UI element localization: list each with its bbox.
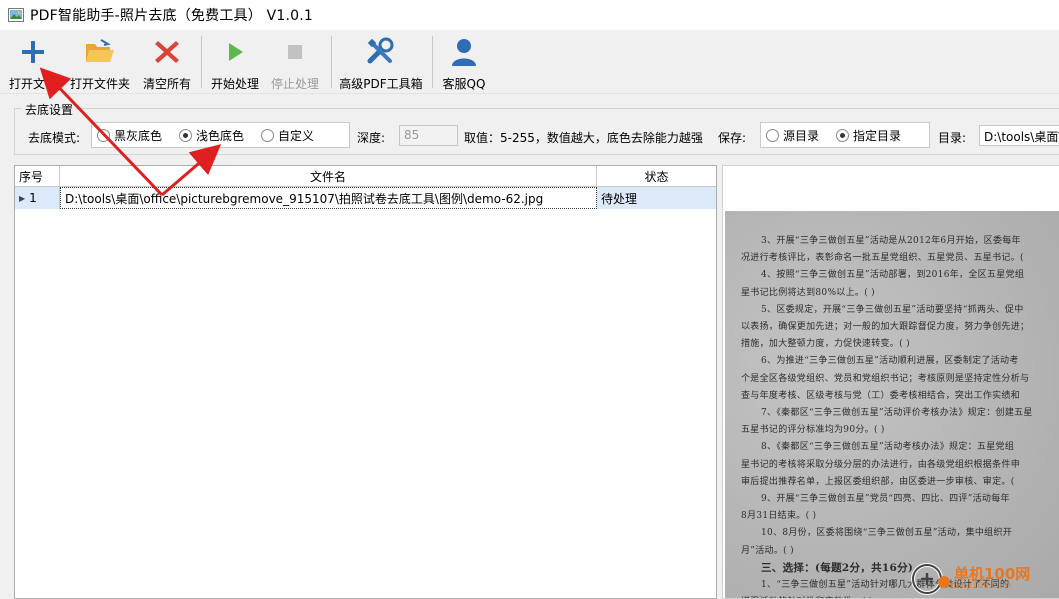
save-option-label: 指定目录 [853,128,902,143]
row-pointer-icon: ▶ [19,193,26,203]
preview-text-line: 况进行考核评比，表彰命名一批五星党组织、五星党员、五星书记。( [741,253,1024,264]
mode-label: 去底模式: [28,131,81,145]
mode-radio-light[interactable]: 浅色底色 [179,127,244,144]
row-filename-cell[interactable]: D:\tools\桌面\office\picturebgremove_91510… [60,187,597,209]
row-index-cell: ▶ 1 [15,187,60,209]
watermark-url: danji100.com [950,581,1012,591]
depth-input[interactable]: 85 [399,125,458,146]
mode-option-label: 浅色底色 [196,128,245,143]
settings-legend: 去底设置 [22,101,77,118]
column-header-filename[interactable]: 文件名 [60,166,597,186]
depth-label: 深度: [357,131,386,145]
save-option-label: 源目录 [783,128,820,143]
dir-label: 目录: [938,131,967,145]
preview-text-line: 3、开展“三争三做创五星”活动是从2012年6月开始，区委每年 [761,236,1021,246]
preview-text-line: 查与年度考核、区级考核与党（工）委考核相结合，突出工作实绩和 [741,390,1021,401]
clear-all-label: 清空所有 [142,77,191,91]
mode-radio-group: 黑灰底色 浅色底色 自定义 [91,122,350,148]
radio-circle-icon [766,128,779,142]
open-file-button[interactable]: 打开文件 [6,34,60,92]
open-folder-label: 打开文件夹 [69,77,130,91]
row-status-cell: 待处理 [601,191,638,206]
watermark-brand: 单机100网 [954,565,1031,583]
radio-circle-icon [97,128,110,142]
preview-text-line: 月”活动。( ) [741,545,794,556]
preview-text-line: 9、开展“三争三做创五星”党员“四亮、四比、四评”活动每年 [761,494,1010,504]
mode-option-label: 黑灰底色 [114,128,163,143]
preview-text-line: 10、8月份，区委将围绕“三争三做创五星”活动，集中组织开 [761,528,1013,539]
preview-text-line: 五星书记的评分标准均为90分。( ) [741,425,885,436]
save-radio-source[interactable]: 源目录 [766,127,819,144]
preview-text-line: 审后提出推荐名单，上报区委组织部，由区委进一步审核、审定。( [741,476,1015,487]
tools-icon [365,36,397,67]
preview-text-line: 三、选择：(每题2分，共16分) [761,561,914,574]
save-radio-specified[interactable]: 指定目录 [836,127,901,144]
threshold-hint: 取值：5-255，数值越大，底色去除能力越强 [464,131,703,145]
title-bar: PDF智能助手-照片去底（免费工具） V1.0.1 [0,0,1059,30]
support-qq-label: 客服QQ [442,77,486,91]
grid-header: 序号 文件名 状态 [15,166,716,187]
app-icon [8,8,24,22]
table-row[interactable]: ▶ 1 D:\tools\桌面\office\picturebgremove_9… [15,187,716,209]
preview-text-line: 4、按照“三争三做创五星”活动部署，到2016年，全区五星党组 [761,270,1025,281]
dir-input[interactable]: D:\tools\桌面\ [979,125,1059,146]
row-index: 1 [29,191,37,205]
pdf-tools-label: 高级PDF工具箱 [339,77,423,91]
watermark: 单机100网 danji100.com [910,562,1030,596]
pdf-tools-button[interactable]: 高级PDF工具箱 [338,34,424,92]
preview-text-line: 星书记比例将达到80%以上。( ) [741,287,875,298]
toolbar-separator [432,36,433,88]
start-button[interactable]: 开始处理 [208,34,262,92]
save-label: 保存: [718,131,747,145]
radio-selected-icon [179,128,193,142]
support-qq-button[interactable]: 客服QQ [438,34,490,92]
play-icon [219,36,251,67]
radio-circle-icon [261,128,275,142]
preview-text-line: 以表扬，确保更加先进；对一般的加大跟踪督促力度，努力争创先进； [741,322,1030,332]
column-header-index[interactable]: 序号 [15,166,60,186]
preview-text-line: 8月31日结束。( ) [741,511,817,522]
preview-text-line: 8、《秦都区“三争三做创五星”活动考核办法》规定：五星党组 [761,442,1015,453]
user-icon [448,36,480,67]
preview-text-line: 星书记的考核将采取分级分层的办法进行，由各级党组织根据条件申 [741,459,1021,470]
mode-radio-custom[interactable]: 自定义 [261,127,314,144]
column-header-status[interactable]: 状态 [597,166,716,186]
plus-icon [17,36,49,67]
start-label: 开始处理 [210,77,259,91]
preview-text-line: 增强活动的针对性和实效性。( ) [741,594,873,598]
image-preview: 3、开展“三争三做创五星”活动是从2012年6月开始，区委每年况进行考核评比，表… [722,165,1059,599]
save-radio-group: 源目录 指定目录 [760,122,930,148]
radio-selected-icon [836,128,850,142]
watermark-logo-icon [911,563,950,595]
red-x-icon [151,36,183,67]
toolbar-separator [331,36,332,88]
preview-text-line: 个是全区各级党组织、党员和党组织书记；考核原则是坚持定性分析与 [741,373,1030,384]
preview-text-line: 7、《秦都区“三争三做创五星”活动评价考核办法》规定：创建五星 [761,408,1033,418]
toolbar: 打开文件 打开文件夹 清空所有 开始处理 停止处理 高级PDF工具箱 客服QQ [0,30,1059,94]
stop-label: 停止处理 [270,77,319,91]
open-file-label: 打开文件 [8,77,57,91]
preview-text-line: 措施，加大整顿力度，力促快速转变。( ) [741,339,910,350]
folder-open-icon [84,36,116,67]
clear-all-button[interactable]: 清空所有 [140,34,194,92]
stop-button[interactable]: 停止处理 [268,34,322,92]
toolbar-separator [201,36,202,88]
file-grid: 序号 文件名 状态 ▶ 1 D:\tools\桌面\office\picture… [14,165,717,599]
preview-text-line: 6、为推进“三争三做创五星”活动顺利进展，区委制定了活动考 [761,356,1019,367]
window-title: PDF智能助手-照片去底（免费工具） V1.0.1 [30,8,313,24]
stop-icon [279,36,311,67]
open-folder-button[interactable]: 打开文件夹 [66,34,134,92]
preview-text-line: 5、区委规定，开展“三争三做创五星”活动要坚持“抓两头、促中 [761,304,1024,315]
mode-option-label: 自定义 [278,128,315,143]
preview-image: 3、开展“三争三做创五星”活动是从2012年6月开始，区委每年况进行考核评比，表… [725,211,1059,598]
mode-radio-dark[interactable]: 黑灰底色 [97,127,162,144]
